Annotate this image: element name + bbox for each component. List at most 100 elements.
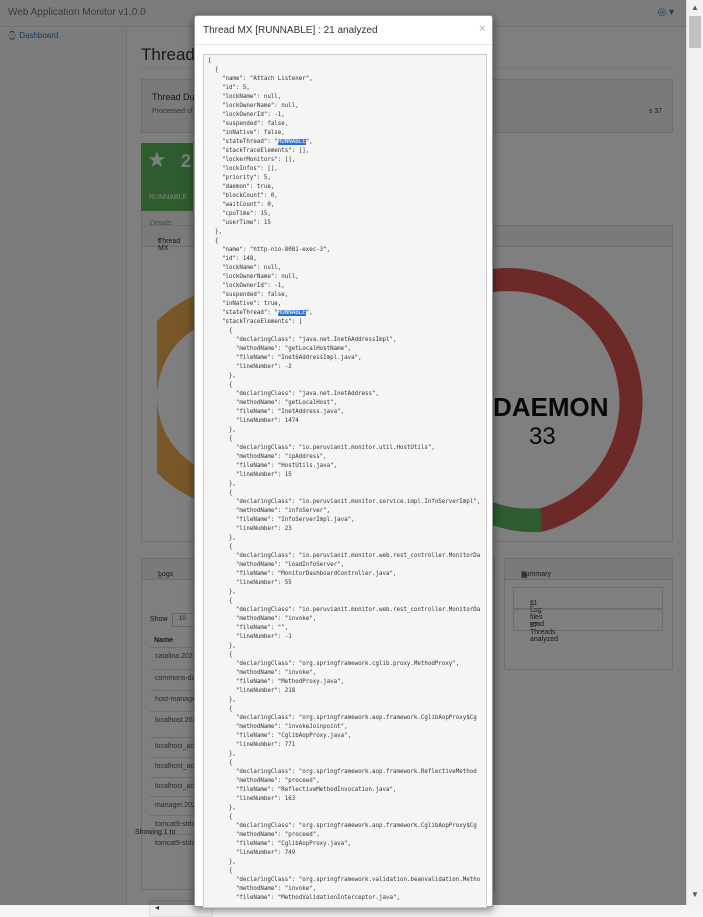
code-line: "fileName": "InfoServerImpl.java", bbox=[208, 517, 355, 523]
code-line: "fileName": "MethodValidationInterceptor… bbox=[208, 895, 400, 901]
close-icon[interactable]: × bbox=[479, 23, 485, 35]
code-line: "lockOwnerId": -1, bbox=[208, 112, 285, 118]
code-line: "lineNumber": 771 bbox=[208, 742, 296, 748]
code-line: }, bbox=[208, 373, 236, 379]
code-line: "fileName": "InetAddress.java", bbox=[208, 409, 345, 415]
code-line: "methodName": "invoke", bbox=[208, 616, 317, 622]
code-line: "lockName": null, bbox=[208, 94, 282, 100]
modal-header-divider bbox=[195, 44, 492, 45]
code-line: "declaringClass": "org.springframework.v… bbox=[208, 877, 481, 883]
code-line: "fileName": "CglibAopProxy.java", bbox=[208, 841, 352, 847]
code-line: { bbox=[208, 67, 219, 73]
code-line: }, bbox=[208, 751, 236, 757]
code-line: "lineNumber": 23 bbox=[208, 526, 292, 532]
code-line: "methodName": "invoke", bbox=[208, 886, 317, 892]
code-line: "declaringClass": "java.net.Inet6Address… bbox=[208, 337, 397, 343]
code-line: "lineNumber": -1 bbox=[208, 634, 292, 640]
highlighted-text: RUNNABLE bbox=[277, 139, 306, 145]
code-line: "suspended": false, bbox=[208, 292, 289, 298]
code-line: [ bbox=[208, 58, 212, 64]
code-line: "stackTraceElements": [], bbox=[208, 148, 310, 154]
code-line: }, bbox=[208, 427, 236, 433]
code-line: "cpuTime": 15, bbox=[208, 211, 271, 217]
code-line: }, bbox=[208, 535, 236, 541]
code-line: }, bbox=[208, 229, 222, 235]
code-line: "fileName": "HostUtils.java", bbox=[208, 463, 338, 469]
code-line: { bbox=[208, 328, 233, 334]
code-line: "fileName": "", bbox=[208, 625, 289, 631]
code-line: "lineNumber": 749 bbox=[208, 850, 296, 856]
code-line: "blockCount": 0, bbox=[208, 193, 278, 199]
code-line: "methodName": "invokeJoinpoint", bbox=[208, 724, 348, 730]
code-line: { bbox=[208, 382, 233, 388]
highlighted-text: RUNNABLE bbox=[277, 310, 306, 316]
code-line: "id": 148, bbox=[208, 256, 257, 262]
code-line: "daemon": true, bbox=[208, 184, 275, 190]
code-line: { bbox=[208, 436, 233, 442]
code-line: "lockInfos": [], bbox=[208, 166, 278, 172]
code-line: }, bbox=[208, 697, 236, 703]
code-line: "lockOwnerName": null, bbox=[208, 274, 299, 280]
code-line: "declaringClass": "io.peruvianit.monitor… bbox=[208, 445, 435, 451]
code-line: { bbox=[208, 814, 233, 820]
code-line: "declaringClass": "io.peruvianit.monitor… bbox=[208, 607, 481, 613]
code-line: "declaringClass": "org.springframework.a… bbox=[208, 823, 477, 829]
code-line: "lockName": null, bbox=[208, 265, 282, 271]
code-line: "fileName": "ReflectiveMethodInvocation.… bbox=[208, 787, 397, 793]
code-line: { bbox=[208, 598, 233, 604]
code-line: "inNative": true, bbox=[208, 301, 282, 307]
code-line: "declaringClass": "org.springframework.a… bbox=[208, 769, 477, 775]
code-line: "declaringClass": "org.springframework.c… bbox=[208, 661, 460, 667]
code-line: "id": 5, bbox=[208, 85, 250, 91]
code-line: { bbox=[208, 238, 219, 244]
json-code-block[interactable]: [ { "name": "Attach Listener", "id": 5, … bbox=[203, 54, 487, 908]
code-line: { bbox=[208, 868, 233, 874]
code-line: "stackTraceElements": [ bbox=[208, 319, 303, 325]
code-line: "lineNumber": 218 bbox=[208, 688, 296, 694]
code-line: "fileName": "MethodProxy.java", bbox=[208, 679, 345, 685]
modal-title: Thread MX [RUNNABLE] : 21 analyzed bbox=[203, 25, 378, 36]
code-line: }, bbox=[208, 805, 236, 811]
code-line: { bbox=[208, 490, 233, 496]
code-line: "priority": 5, bbox=[208, 175, 271, 181]
code-line: }, bbox=[208, 481, 236, 487]
code-line: "fileName": "Inet6AddressImpl.java", bbox=[208, 355, 362, 361]
code-line: }, bbox=[208, 643, 236, 649]
code-line: "lineNumber": 163 bbox=[208, 796, 296, 802]
code-line: "declaringClass": "io.peruvianit.monitor… bbox=[208, 553, 481, 559]
code-line: "methodName": "invoke", bbox=[208, 670, 317, 676]
code-line: "methodName": "proceed", bbox=[208, 832, 320, 838]
json-code-lines: [ { "name": "Attach Listener", "id": 5, … bbox=[208, 57, 480, 903]
code-line: { bbox=[208, 706, 233, 712]
code-line: "lineNumber": -2 bbox=[208, 364, 292, 370]
code-line: "name": "http-nio-8081-exec-3", bbox=[208, 247, 331, 253]
code-line: { bbox=[208, 544, 233, 550]
code-line: "userTime": 15 bbox=[208, 220, 271, 226]
code-line: "methodName": "getLocalHost", bbox=[208, 400, 338, 406]
code-line: "lockOwnerName": null, bbox=[208, 103, 299, 109]
code-line: "stateThread": "RUNNABLE", bbox=[208, 310, 313, 316]
code-line: "lineNumber": 1474 bbox=[208, 418, 299, 424]
code-line: "waitCount": 0, bbox=[208, 202, 275, 208]
code-line: }, bbox=[208, 589, 236, 595]
code-line: { bbox=[208, 760, 233, 766]
code-line: "lineNumber": 55 bbox=[208, 580, 292, 586]
code-line: "methodName": "loadInfoServer", bbox=[208, 562, 345, 568]
scroll-up-icon[interactable]: ▲ bbox=[691, 3, 699, 12]
code-line: "declaringClass": "java.net.InetAddress"… bbox=[208, 391, 380, 397]
code-line: "fileName": "MonitorDashboardController.… bbox=[208, 571, 397, 577]
scroll-down-icon[interactable]: ▼ bbox=[691, 890, 699, 899]
scrollbar-thumb[interactable] bbox=[689, 16, 701, 48]
code-line: "methodName": "getLocalHostName", bbox=[208, 346, 352, 352]
page-vertical-scrollbar[interactable]: ▲ ▼ bbox=[686, 0, 703, 905]
code-line: "lineNumber": 15 bbox=[208, 472, 292, 478]
code-line: }, bbox=[208, 859, 236, 865]
thread-detail-modal: Thread MX [RUNNABLE] : 21 analyzed × [ {… bbox=[194, 15, 493, 908]
code-line: "declaringClass": "io.peruvianit.monitor… bbox=[208, 499, 481, 505]
code-line: "methodName": "ipAddress", bbox=[208, 454, 327, 460]
code-line: "stateThread": "RUNNABLE", bbox=[208, 139, 313, 145]
code-line: "lockerMonitors": [], bbox=[208, 157, 296, 163]
code-line: "inNative": false, bbox=[208, 130, 285, 136]
code-line: "declaringClass": "org.springframework.a… bbox=[208, 715, 477, 721]
code-line: "name": "Attach Listener", bbox=[208, 76, 313, 82]
